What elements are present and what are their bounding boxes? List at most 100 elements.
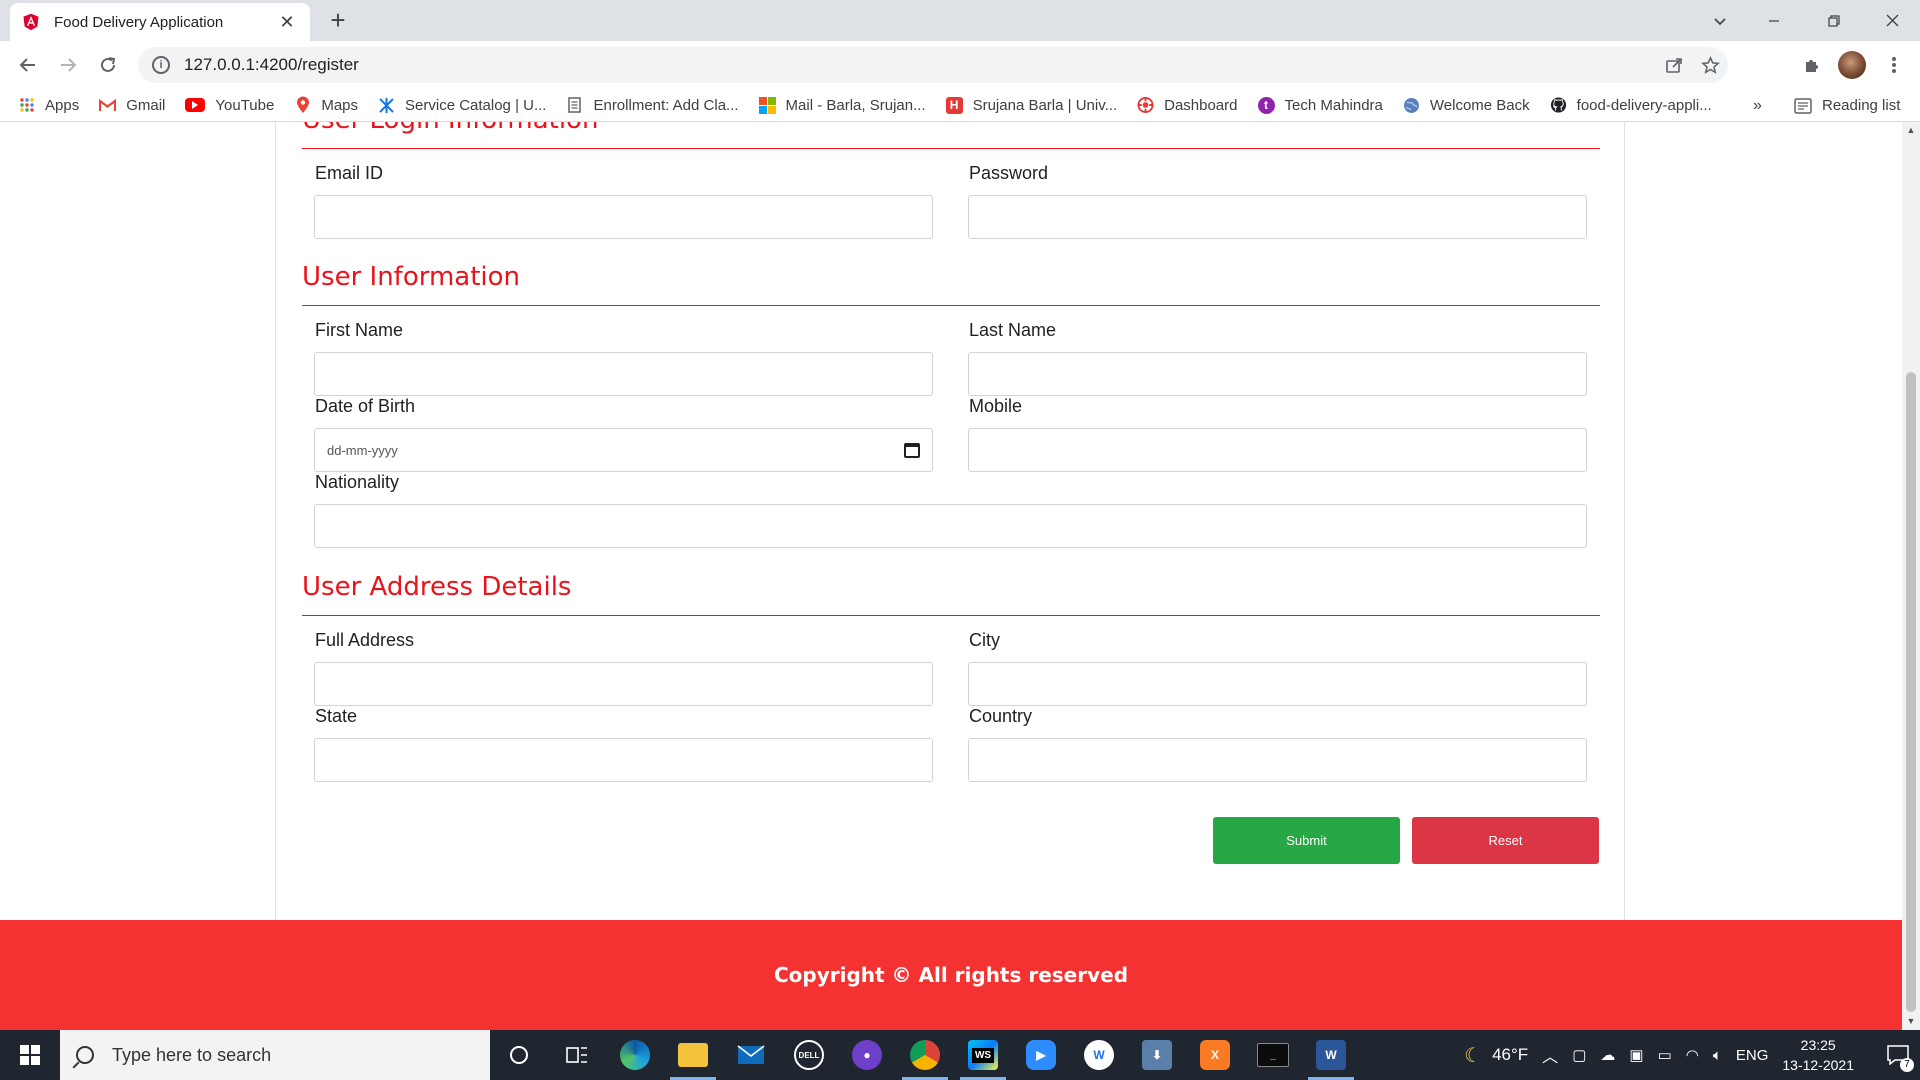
zoom-icon[interactable]: ▶ bbox=[1012, 1030, 1070, 1080]
page-scrollbar[interactable]: ▲ ▼ bbox=[1902, 122, 1920, 1030]
onedrive-icon[interactable]: ☁ bbox=[1600, 1046, 1615, 1064]
forward-icon[interactable] bbox=[48, 45, 88, 85]
edge-icon[interactable] bbox=[606, 1030, 664, 1080]
menu-kebab-icon[interactable] bbox=[1876, 47, 1912, 83]
volume-icon[interactable]: 🔈︎ bbox=[1713, 1047, 1722, 1064]
bookmark-welcome-back[interactable]: Welcome Back bbox=[1403, 97, 1530, 114]
more-bookmarks-icon[interactable]: » bbox=[1753, 89, 1762, 122]
mobile-input[interactable] bbox=[968, 428, 1587, 472]
section-title-login: User Login Information bbox=[302, 122, 598, 135]
bookmark-github[interactable]: food-delivery-appli... bbox=[1550, 97, 1712, 114]
submit-button[interactable]: Submit bbox=[1213, 817, 1400, 864]
minimize-icon[interactable] bbox=[1746, 0, 1802, 41]
chrome-icon[interactable] bbox=[896, 1030, 954, 1080]
dell-icon[interactable]: DELL bbox=[780, 1030, 838, 1080]
password-input[interactable] bbox=[968, 195, 1587, 239]
weather-temp: 46°F bbox=[1492, 1045, 1529, 1064]
terminal-icon[interactable]: _ bbox=[1244, 1030, 1302, 1080]
bookmark-gmail[interactable]: Gmail bbox=[99, 97, 165, 114]
bookmark-university[interactable]: H Srujana Barla | Univ... bbox=[945, 96, 1118, 114]
display-icon[interactable]: ▣ bbox=[1629, 1046, 1643, 1064]
city-input[interactable] bbox=[968, 662, 1587, 706]
city-label: City bbox=[969, 630, 1000, 650]
bookmark-mail[interactable]: Mail - Barla, Srujan... bbox=[758, 96, 926, 114]
reset-button[interactable]: Reset bbox=[1412, 817, 1599, 864]
last-name-input[interactable] bbox=[968, 352, 1587, 396]
copyright-text: Copyright © All rights reserved bbox=[773, 963, 1129, 987]
browser-tab[interactable]: Food Delivery Application ✕ bbox=[10, 3, 310, 41]
profile-avatar[interactable] bbox=[1834, 47, 1870, 83]
file-explorer-icon[interactable] bbox=[664, 1030, 722, 1080]
app-icon[interactable]: W bbox=[1070, 1030, 1128, 1080]
extensions-icon[interactable] bbox=[1794, 47, 1830, 83]
nationality-label: Nationality bbox=[315, 472, 400, 492]
footer: Copyright © All rights reserved bbox=[0, 920, 1902, 1030]
nationality-input[interactable] bbox=[314, 504, 1587, 548]
bookmark-star-icon[interactable] bbox=[1692, 47, 1728, 83]
tab-title: Food Delivery Application bbox=[54, 13, 224, 31]
address-bar[interactable]: i 127.0.0.1:4200/register bbox=[138, 47, 1728, 83]
tab-close-icon[interactable]: ✕ bbox=[276, 12, 298, 33]
restore-icon[interactable] bbox=[1806, 0, 1862, 41]
reading-list-icon bbox=[1794, 97, 1812, 114]
taskbar-search[interactable]: Type here to search bbox=[60, 1030, 490, 1080]
xampp-icon[interactable]: X bbox=[1186, 1030, 1244, 1080]
mobile-label: Mobile bbox=[969, 396, 1023, 416]
meet-now-icon[interactable]: ▢ bbox=[1572, 1046, 1586, 1064]
show-hidden-icons[interactable]: ︿ bbox=[1542, 1043, 1558, 1067]
bookmark-enrollment[interactable]: Enrollment: Add Cla... bbox=[566, 96, 739, 114]
wifi-icon[interactable]: ◠ bbox=[1686, 1046, 1699, 1064]
share-icon[interactable] bbox=[1656, 47, 1692, 83]
bookmark-label: Srujana Barla | Univ... bbox=[972, 96, 1118, 114]
dashboard-icon bbox=[1137, 96, 1154, 114]
windows-start-icon[interactable] bbox=[0, 1030, 60, 1080]
calendar-icon[interactable] bbox=[904, 442, 920, 458]
section-divider bbox=[302, 615, 1600, 616]
bookmark-tech-mahindra[interactable]: t Tech Mahindra bbox=[1257, 96, 1383, 114]
downloads-icon[interactable]: ⬇ bbox=[1128, 1030, 1186, 1080]
full-address-input[interactable] bbox=[314, 662, 933, 706]
windows-taskbar: Type here to search DELL ● WS ▶ W ⬇ X _ … bbox=[0, 1030, 1920, 1080]
bookmark-label: Enrollment: Add Cla... bbox=[593, 96, 739, 114]
first-name-input[interactable] bbox=[314, 352, 933, 396]
language-indicator[interactable]: ENG bbox=[1736, 1047, 1769, 1064]
maps-pin-icon bbox=[294, 96, 311, 114]
dob-input[interactable]: dd-mm-yyyy bbox=[314, 428, 933, 472]
country-input[interactable] bbox=[968, 738, 1587, 782]
apps-grid-icon bbox=[18, 97, 35, 114]
reading-list-button[interactable]: Reading list bbox=[1794, 89, 1900, 122]
battery-icon[interactable]: ▭ bbox=[1658, 1046, 1672, 1064]
moon-icon: ☾ bbox=[1464, 1044, 1483, 1067]
bookmark-apps[interactable]: Apps bbox=[18, 97, 79, 114]
notification-center-icon[interactable]: 7 bbox=[1876, 1030, 1920, 1080]
github-desktop-icon[interactable]: ● bbox=[838, 1030, 896, 1080]
bookmark-label: Service Catalog | U... bbox=[405, 96, 547, 114]
clock[interactable]: 23:25 13-12-2021 bbox=[1782, 1035, 1854, 1075]
tab-search-icon[interactable] bbox=[1692, 0, 1748, 41]
new-tab-button[interactable]: + bbox=[324, 7, 352, 35]
state-input[interactable] bbox=[314, 738, 933, 782]
bookmark-dashboard[interactable]: Dashboard bbox=[1137, 96, 1238, 114]
scroll-up-arrow-icon[interactable]: ▲ bbox=[1902, 122, 1920, 139]
youtube-icon bbox=[185, 98, 206, 112]
mail-icon[interactable] bbox=[722, 1030, 780, 1080]
scroll-thumb[interactable] bbox=[1906, 372, 1916, 1012]
page-viewport: User Login Information Email ID Password… bbox=[0, 122, 1902, 1030]
email-input[interactable] bbox=[314, 195, 933, 239]
bookmark-maps[interactable]: Maps bbox=[294, 96, 358, 114]
bookmark-service-catalog[interactable]: Service Catalog | U... bbox=[378, 97, 546, 114]
reload-icon[interactable] bbox=[88, 45, 128, 85]
bookmark-youtube[interactable]: YouTube bbox=[185, 97, 274, 114]
task-view-icon[interactable] bbox=[548, 1030, 606, 1080]
scroll-down-arrow-icon[interactable]: ▼ bbox=[1902, 1013, 1920, 1030]
url-text[interactable]: 127.0.0.1:4200/register bbox=[184, 55, 1656, 75]
document-icon bbox=[566, 97, 583, 114]
close-window-icon[interactable] bbox=[1864, 0, 1920, 41]
site-info-icon[interactable]: i bbox=[152, 56, 170, 74]
webstorm-icon[interactable]: WS bbox=[954, 1030, 1012, 1080]
word-icon[interactable]: W bbox=[1302, 1030, 1360, 1080]
back-icon[interactable] bbox=[8, 45, 48, 85]
bookmark-label: Mail - Barla, Srujan... bbox=[785, 96, 926, 114]
cortana-icon[interactable] bbox=[490, 1030, 548, 1080]
weather-widget[interactable]: ☾ 46°F bbox=[1464, 1043, 1528, 1068]
